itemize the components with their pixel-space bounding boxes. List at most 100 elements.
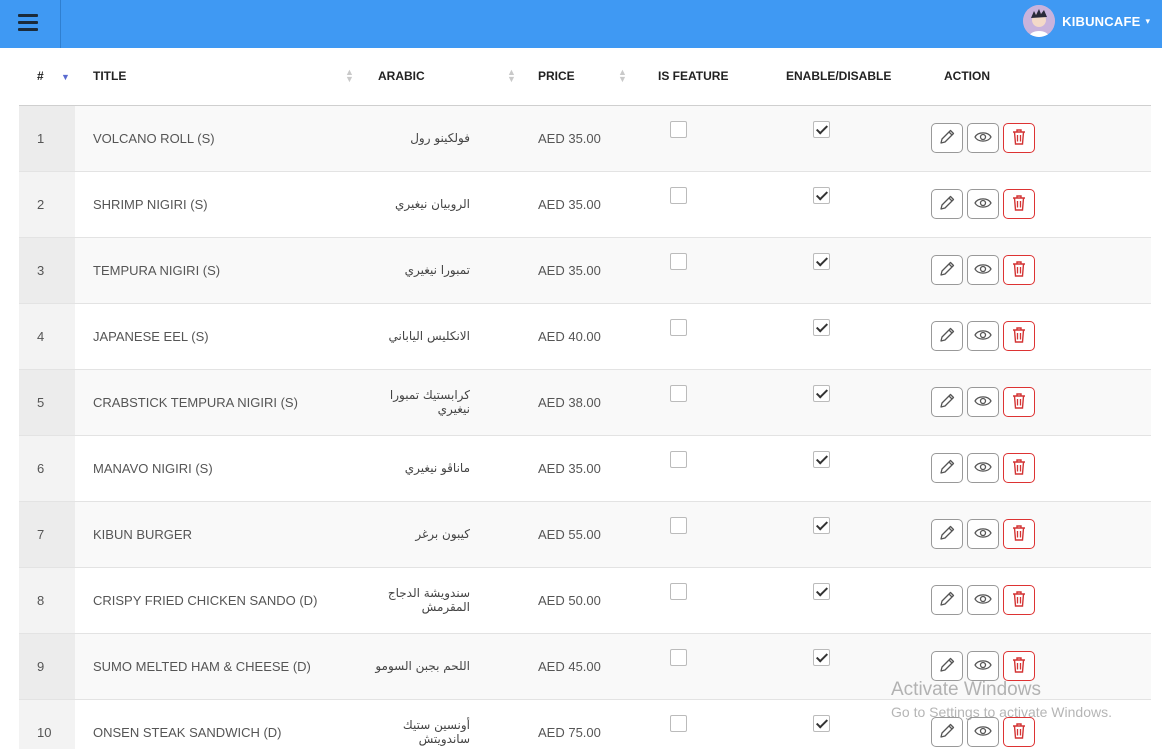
- edit-button[interactable]: [931, 453, 963, 483]
- enable-checkbox[interactable]: [813, 121, 830, 138]
- enable-checkbox[interactable]: [813, 517, 830, 534]
- sort-desc-icon[interactable]: ▼: [61, 73, 70, 82]
- enable-checkbox[interactable]: [813, 385, 830, 402]
- is-feature-checkbox[interactable]: [670, 715, 687, 732]
- table-row: 4 JAPANESE EEL (S) الانكليس الياباني AED 40…: [19, 303, 1151, 370]
- edit-button[interactable]: [931, 189, 963, 219]
- delete-button[interactable]: [1003, 387, 1035, 417]
- is-feature-checkbox[interactable]: [670, 385, 687, 402]
- edit-button[interactable]: [931, 585, 963, 615]
- delete-button[interactable]: [1003, 123, 1035, 153]
- is-feature-checkbox[interactable]: [670, 319, 687, 336]
- pencil-icon: [938, 326, 956, 347]
- eye-icon: [974, 460, 992, 477]
- delete-button[interactable]: [1003, 651, 1035, 681]
- username-label[interactable]: KIBUNCAFE: [1062, 14, 1140, 29]
- user-menu[interactable]: KIBUNCAFE ▾: [1023, 5, 1150, 37]
- menu-toggle-button[interactable]: [0, 0, 61, 48]
- item-title: ONSEN STEAK SANDWICH (D): [75, 699, 360, 749]
- item-title: SUMO MELTED HAM & CHEESE (D): [75, 633, 360, 700]
- view-button[interactable]: [967, 651, 999, 681]
- view-button[interactable]: [967, 585, 999, 615]
- enable-checkbox[interactable]: [813, 187, 830, 204]
- sort-icon[interactable]: ▲ ▼: [618, 68, 627, 84]
- view-button[interactable]: [967, 453, 999, 483]
- delete-button[interactable]: [1003, 453, 1035, 483]
- hamburger-icon[interactable]: [18, 14, 38, 32]
- table-row: 8 CRISPY FRIED CHICKEN SANDO (D) سندويشة ا…: [19, 567, 1151, 634]
- enable-checkbox[interactable]: [813, 715, 830, 732]
- trash-icon: [1011, 128, 1027, 149]
- delete-button[interactable]: [1003, 189, 1035, 219]
- row-number: 6: [19, 435, 75, 502]
- table-row: 3 TEMPURA NIGIRI (S) تمبورا نيغيري AED 35.0…: [19, 237, 1151, 304]
- enable-checkbox[interactable]: [813, 319, 830, 336]
- row-number: 4: [19, 303, 75, 370]
- row-actions: [931, 387, 1151, 417]
- trash-icon: [1011, 392, 1027, 413]
- eye-icon: [974, 394, 992, 411]
- is-feature-checkbox[interactable]: [670, 253, 687, 270]
- table-row: 1 VOLCANO ROLL (S) فولكينو رول AED 35.00: [19, 105, 1151, 172]
- is-feature-checkbox[interactable]: [670, 583, 687, 600]
- view-button[interactable]: [967, 387, 999, 417]
- view-button[interactable]: [967, 519, 999, 549]
- item-arabic-title: كيبون برغر: [360, 501, 520, 568]
- is-feature-checkbox[interactable]: [670, 187, 687, 204]
- delete-button[interactable]: [1003, 519, 1035, 549]
- sort-icon[interactable]: ▲ ▼: [507, 68, 516, 84]
- edit-button[interactable]: [931, 123, 963, 153]
- view-button[interactable]: [967, 255, 999, 285]
- trash-icon: [1011, 326, 1027, 347]
- edit-button[interactable]: [931, 321, 963, 351]
- table-row: 9 SUMO MELTED HAM & CHEESE (D) اللحم بجبن …: [19, 633, 1151, 700]
- delete-button[interactable]: [1003, 585, 1035, 615]
- eye-icon: [974, 328, 992, 345]
- item-title: JAPANESE EEL (S): [75, 303, 360, 370]
- enable-checkbox[interactable]: [813, 253, 830, 270]
- pencil-icon: [938, 458, 956, 479]
- eye-icon: [974, 658, 992, 675]
- enable-checkbox[interactable]: [813, 649, 830, 666]
- column-header-action: ACTION: [926, 48, 1151, 106]
- pencil-icon: [938, 524, 956, 545]
- column-header-price[interactable]: PRICE ▲ ▼: [520, 48, 640, 106]
- trash-icon: [1011, 722, 1027, 743]
- is-feature-checkbox[interactable]: [670, 649, 687, 666]
- edit-button[interactable]: [931, 651, 963, 681]
- view-button[interactable]: [967, 321, 999, 351]
- item-arabic-title: ماناڤو نيغيري: [360, 435, 520, 502]
- avatar[interactable]: [1023, 5, 1056, 37]
- item-price: AED 38.00: [520, 369, 640, 436]
- edit-button[interactable]: [931, 717, 963, 747]
- chevron-down-icon[interactable]: ▾: [1145, 16, 1150, 27]
- is-feature-checkbox[interactable]: [670, 451, 687, 468]
- item-title: KIBUN BURGER: [75, 501, 360, 568]
- is-feature-checkbox[interactable]: [670, 121, 687, 138]
- sort-icon[interactable]: ▲ ▼: [345, 68, 354, 84]
- delete-button[interactable]: [1003, 321, 1035, 351]
- enable-checkbox[interactable]: [813, 583, 830, 600]
- pencil-icon: [938, 656, 956, 677]
- column-header-arabic[interactable]: ARABIC ▲ ▼: [360, 48, 520, 106]
- edit-button[interactable]: [931, 387, 963, 417]
- column-header-num[interactable]: # ▼: [19, 48, 75, 106]
- enable-checkbox[interactable]: [813, 451, 830, 468]
- is-feature-checkbox[interactable]: [670, 517, 687, 534]
- pencil-icon: [938, 260, 956, 281]
- item-arabic-title: فولكينو رول: [360, 105, 520, 172]
- edit-button[interactable]: [931, 255, 963, 285]
- row-actions: [931, 651, 1151, 681]
- item-price: AED 75.00: [520, 699, 640, 749]
- row-number: 3: [19, 237, 75, 304]
- delete-button[interactable]: [1003, 717, 1035, 747]
- view-button[interactable]: [967, 123, 999, 153]
- edit-button[interactable]: [931, 519, 963, 549]
- column-header-title[interactable]: TITLE ▲ ▼: [75, 48, 360, 106]
- view-button[interactable]: [967, 189, 999, 219]
- menu-items-table: # ▼ TITLE ▲ ▼ ARABIC ▲ ▼ PRICE ▲ ▼ IS FEATURE E…: [19, 48, 1151, 749]
- delete-button[interactable]: [1003, 255, 1035, 285]
- trash-icon: [1011, 458, 1027, 479]
- row-number: 10: [19, 699, 75, 749]
- view-button[interactable]: [967, 717, 999, 747]
